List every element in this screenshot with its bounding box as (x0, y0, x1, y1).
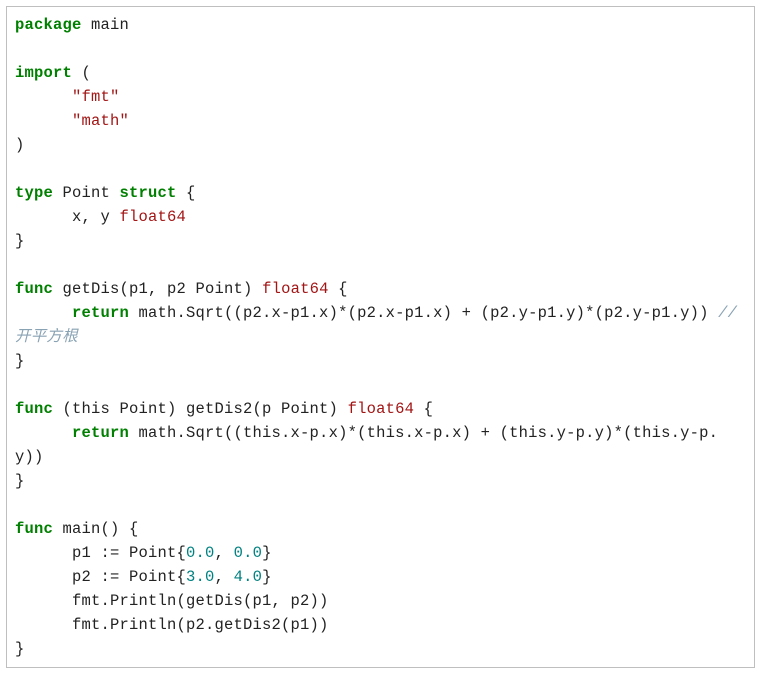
code-content: package main import ( "fmt" "math" ) typ… (15, 13, 746, 661)
type-float64: float64 (120, 208, 187, 226)
indent (15, 568, 72, 586)
ident-p1-decl: p1 := Point{ (72, 544, 186, 562)
call-println1: fmt.Println(getDis(p1, p2)) (72, 592, 329, 610)
str-math: "math" (72, 112, 129, 130)
ident-point: Point (53, 184, 120, 202)
paren-open: ( (72, 64, 91, 82)
kw-return: return (72, 304, 129, 322)
indent (15, 208, 72, 226)
brace-close: } (262, 568, 272, 586)
type-float64: float64 (262, 280, 329, 298)
kw-package: package (15, 16, 82, 34)
comma: , (215, 544, 234, 562)
str-fmt: "fmt" (72, 88, 120, 106)
ident-main: main (82, 16, 130, 34)
expr-sqrt1: math.Sqrt((p2.x-p1.x)*(p2.x-p1.x) + (p2.… (129, 304, 718, 322)
brace-close: } (15, 640, 25, 658)
num-3: 3.0 (186, 568, 215, 586)
comma: , (215, 568, 234, 586)
kw-return: return (72, 424, 129, 442)
brace-close: } (15, 472, 25, 490)
code-block: package main import ( "fmt" "math" ) typ… (6, 6, 755, 668)
kw-struct: struct (120, 184, 177, 202)
brace-open: { (329, 280, 348, 298)
type-float64: float64 (348, 400, 415, 418)
brace-open: { (177, 184, 196, 202)
paren-close: ) (15, 136, 25, 154)
indent (15, 112, 72, 130)
num-4: 4.0 (234, 568, 263, 586)
brace-open: { (414, 400, 433, 418)
indent (15, 544, 72, 562)
ident-p2-decl: p2 := Point{ (72, 568, 186, 586)
kw-func: func (15, 400, 53, 418)
indent (15, 88, 72, 106)
kw-type: type (15, 184, 53, 202)
indent (15, 616, 72, 634)
kw-func: func (15, 280, 53, 298)
brace-close: } (15, 352, 25, 370)
kw-func: func (15, 520, 53, 538)
kw-import: import (15, 64, 72, 82)
num-0a: 0.0 (186, 544, 215, 562)
num-0b: 0.0 (234, 544, 263, 562)
indent (15, 304, 72, 322)
indent (15, 424, 72, 442)
ident-main-fn: main() { (53, 520, 139, 538)
ident-getdis: getDis(p1, p2 Point) (53, 280, 262, 298)
brace-close: } (262, 544, 272, 562)
call-println2: fmt.Println(p2.getDis2(p1)) (72, 616, 329, 634)
brace-close: } (15, 232, 25, 250)
ident-getdis2: (this Point) getDis2(p Point) (53, 400, 348, 418)
indent (15, 592, 72, 610)
ident-xy: x, y (72, 208, 120, 226)
